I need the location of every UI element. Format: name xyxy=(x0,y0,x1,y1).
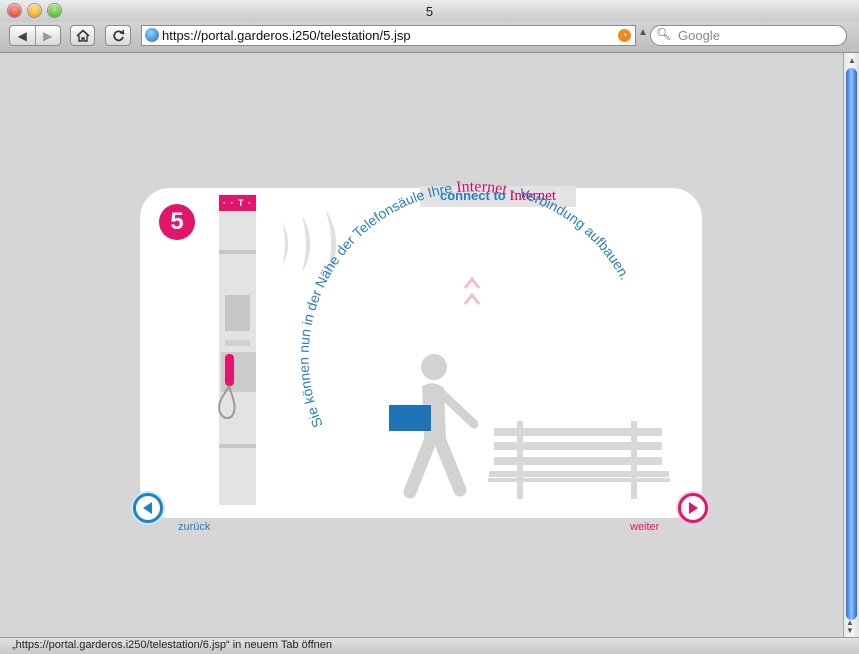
previous-label[interactable]: zurück xyxy=(178,521,210,533)
status-text: „https://portal.garderos.i250/telestatio… xyxy=(12,639,333,651)
laptop-icon xyxy=(389,405,431,431)
next-button[interactable] xyxy=(678,493,708,523)
caret-up-icon xyxy=(463,276,481,305)
arc-text-part2: - Verbindung aufbauen. xyxy=(505,182,633,283)
park-bench-icon xyxy=(488,421,670,499)
next-label[interactable]: weiter xyxy=(630,521,659,533)
arc-text-highlight: Internet xyxy=(456,178,509,198)
arc-instruction-text: Sie können nun in der Nähe der Telefonsä… xyxy=(296,178,634,430)
arrow-left-icon xyxy=(143,502,152,514)
status-bar: „https://portal.garderos.i250/telestatio… xyxy=(0,637,859,654)
illustration: Sie können nun in der Nähe der Telefonsä… xyxy=(218,178,670,499)
arrow-right-icon xyxy=(689,502,698,514)
previous-button[interactable] xyxy=(133,493,163,523)
phone-cord xyxy=(218,385,236,420)
